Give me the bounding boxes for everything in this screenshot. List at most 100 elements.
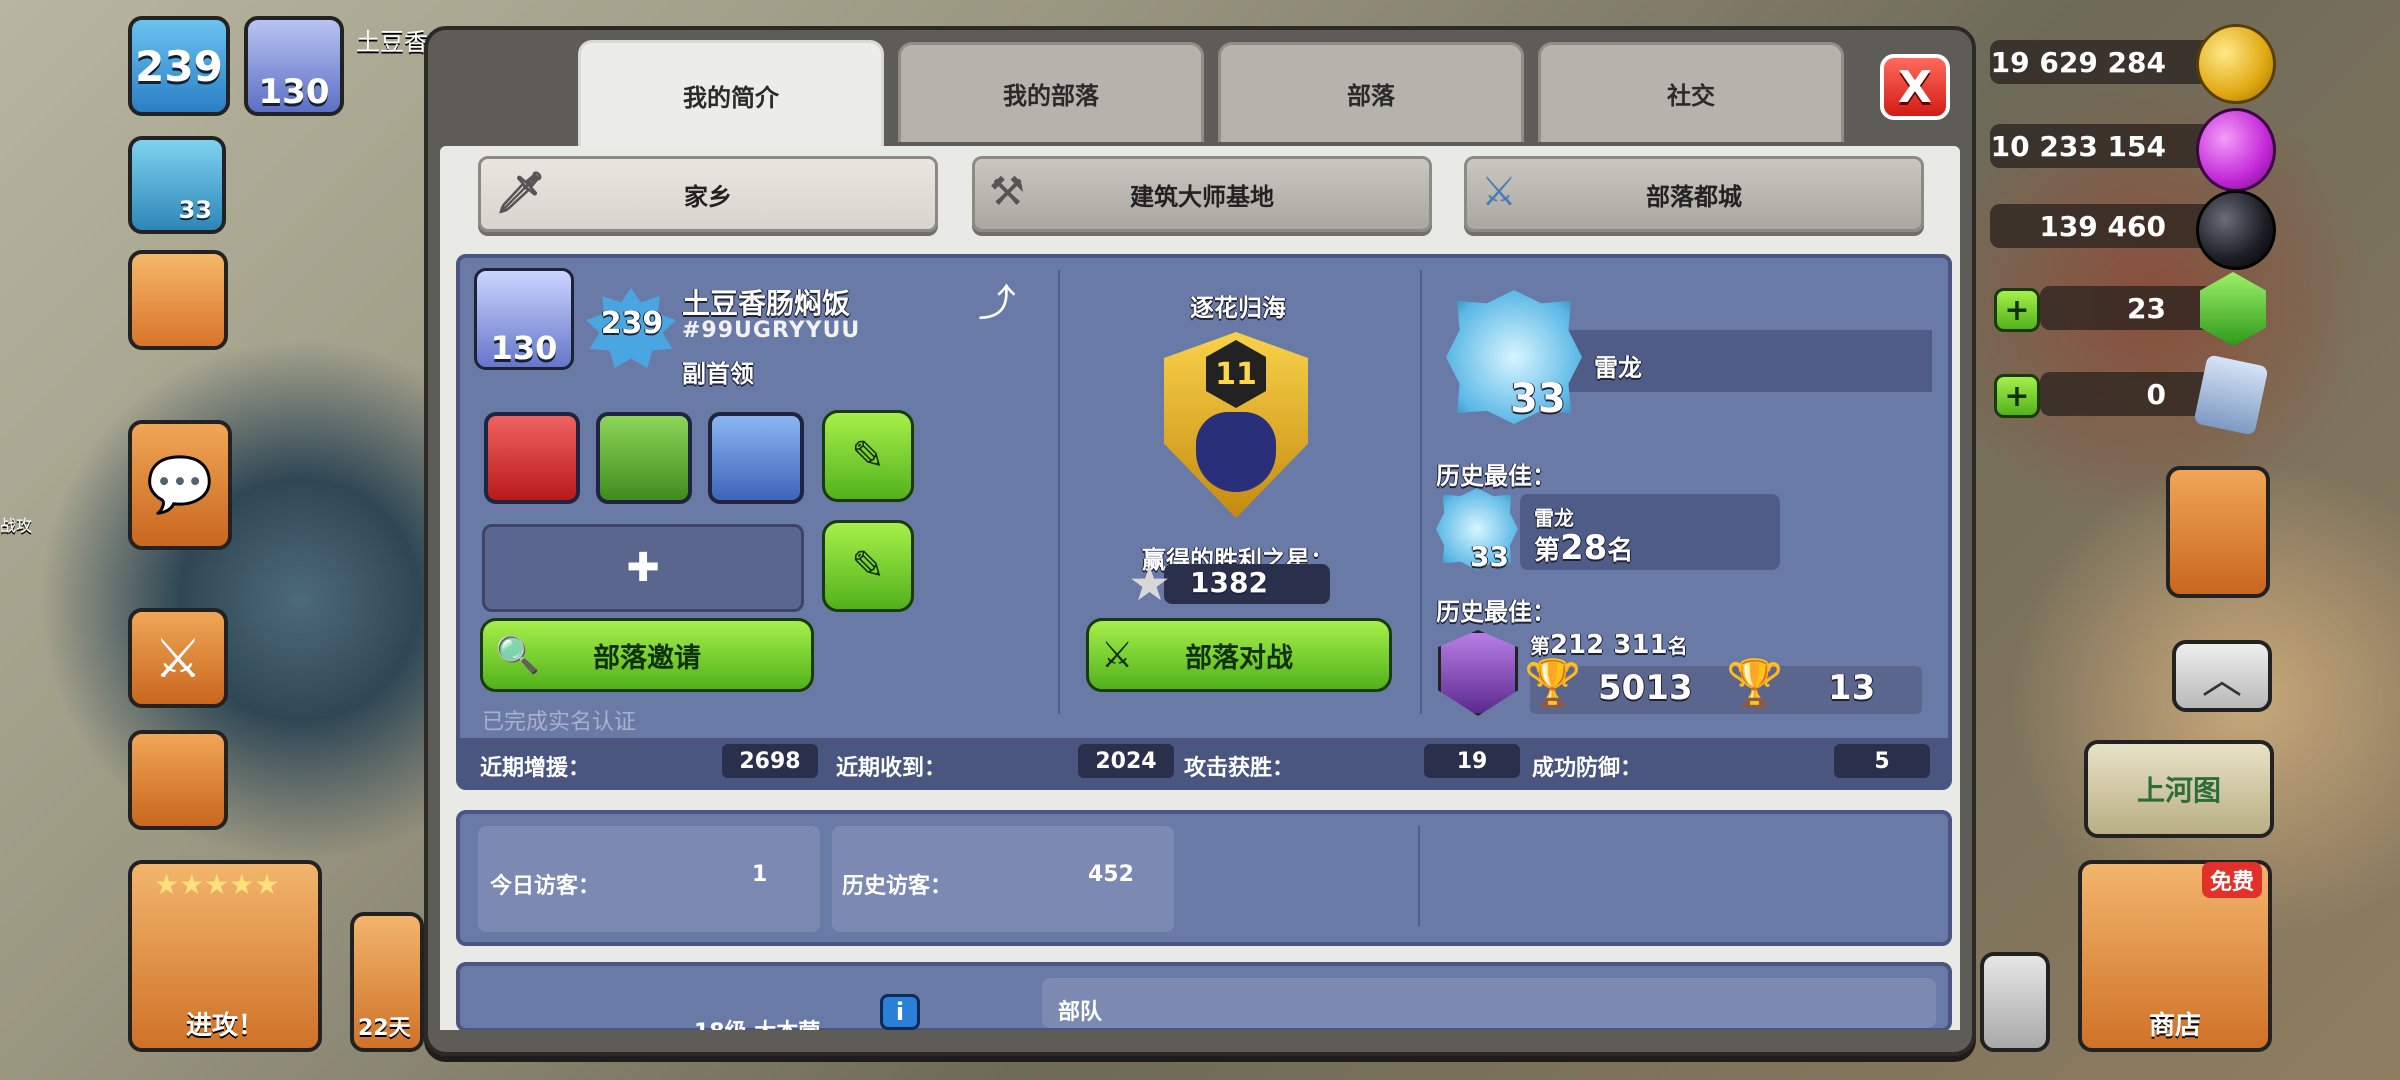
add-tickets-button[interactable]: +	[1994, 374, 2040, 418]
tab-social[interactable]: 社交	[1538, 42, 1844, 142]
elixir-value: 10 233 154	[1990, 129, 2166, 163]
event-button[interactable]: 22天	[350, 912, 424, 1052]
stars-row: ★★★★★	[154, 868, 280, 901]
tag-partial: 战攻	[0, 516, 33, 535]
best-league-level: 33	[1470, 540, 1509, 573]
stat-label: 攻击获胜：	[1184, 756, 1295, 781]
tab-label: 我的简介	[683, 84, 779, 112]
best-rank: 第28名	[1534, 528, 1633, 568]
crossed-swords-icon: ⚔	[1481, 169, 1517, 215]
tab-label: 我的部落	[1003, 82, 1099, 110]
stat-value: 19	[1424, 744, 1520, 778]
magnifier-icon: 🔍	[495, 635, 540, 676]
stat-label: 近期增援：	[480, 756, 591, 781]
info-button[interactable]: i	[880, 994, 920, 1030]
segment-clan-capital[interactable]: ⚔ 部落都城	[1464, 156, 1924, 232]
shop-button[interactable]: 免费 商店	[2078, 860, 2272, 1052]
builder-base-badge[interactable]: 33	[128, 136, 226, 234]
town-hall-level: 130	[490, 329, 558, 367]
edit-badges-button[interactable]: ✎	[822, 410, 914, 502]
best-rank-suffix: 名	[1607, 536, 1634, 566]
total-visitors-label: 历史访客：	[842, 874, 953, 899]
war-button[interactable]: ⚔	[128, 608, 228, 708]
badge-gold-shield[interactable]	[484, 412, 580, 504]
elixir-icon	[2196, 108, 2276, 192]
exp-level-value: 239	[135, 41, 223, 91]
tab-label: 部落	[1347, 82, 1395, 110]
close-button[interactable]: X	[1880, 54, 1950, 120]
chevron-up-icon: ︿	[2202, 657, 2242, 703]
segment-home-village[interactable]: 🗡 家乡	[478, 156, 938, 232]
best-league-name: 雷龙	[1534, 506, 1574, 530]
tab-clans[interactable]: 部落	[1218, 42, 1524, 142]
column-divider	[1420, 270, 1422, 714]
share-icon[interactable]: ⤴	[978, 272, 1024, 325]
edit-slot-button[interactable]: ✎	[822, 520, 914, 612]
legend-trophy-icon: 🏆	[1726, 656, 1784, 710]
best-label: 历史最佳：	[1436, 462, 1556, 490]
troops-cell	[1042, 978, 1936, 1028]
league-level: 33	[1510, 376, 1566, 422]
info-icon: i	[895, 998, 905, 1026]
tab-my-profile[interactable]: 我的简介	[578, 40, 884, 148]
clan-name: 逐花归海	[1190, 294, 1286, 322]
town-hall-badge[interactable]: 130	[474, 268, 574, 370]
segment-label: 部落都城	[1646, 182, 1742, 211]
event-banner[interactable]: 上河图	[2084, 740, 2274, 838]
clan-invite-button[interactable]: 🔍 部落邀请	[480, 618, 814, 692]
gems-value: 23	[2127, 291, 2166, 325]
player-name: 土豆香肠焖饭	[682, 287, 851, 320]
best-rank-value: 28	[1560, 528, 1608, 568]
player-name-partial: 土豆香	[356, 28, 428, 56]
trophy-league-badge[interactable]: 130	[244, 16, 344, 116]
today-visitors-label: 今日访客：	[490, 874, 601, 899]
crossed-swords-icon: ⚔	[153, 626, 203, 690]
exp-level-badge[interactable]: 239	[128, 16, 230, 116]
legend-rank-suffix: 名	[1667, 634, 1688, 658]
badge-blue-sword[interactable]	[708, 412, 804, 504]
crossed-axes-icon: ⚒	[989, 169, 1025, 215]
legend-trophies-value: 13	[1828, 668, 1876, 708]
dark-elixir-value: 139 460	[2039, 209, 2166, 243]
army-button[interactable]	[128, 730, 228, 830]
add-gems-button[interactable]: +	[1994, 288, 2040, 332]
trophies-value: 5013	[1598, 668, 1693, 708]
sword-icon: 🗡	[495, 170, 546, 216]
panel-bottom-edge	[424, 1030, 1976, 1056]
collapse-button[interactable]: ︿	[2172, 640, 2272, 712]
star-icon: ★	[1128, 556, 1172, 612]
badge-green-fist[interactable]	[596, 412, 692, 504]
swap-button[interactable]	[1980, 952, 2050, 1052]
segment-builder-base[interactable]: ⚒ 建筑大师基地	[972, 156, 1432, 232]
best2-label: 历史最佳：	[1436, 598, 1556, 626]
tab-label: 社交	[1667, 82, 1715, 110]
visitors-divider	[1418, 826, 1420, 926]
attack-button[interactable]: ★★★★★ 进攻！	[128, 860, 322, 1052]
stat-value: 5	[1834, 744, 1930, 778]
troops-label: 部队	[1058, 1000, 1103, 1025]
stat-label: 近期收到：	[836, 756, 947, 781]
chat-icon: 💬	[146, 453, 214, 516]
shop-label: 商店	[2148, 1011, 2201, 1041]
tab-my-clan[interactable]: 我的部落	[898, 42, 1204, 142]
clan-level: 11	[1215, 356, 1257, 392]
chat-button[interactable]: 💬	[128, 420, 232, 550]
real-name-verified: 已完成实名认证	[482, 710, 637, 735]
add-badge-slot[interactable]: ✚	[482, 524, 804, 612]
player-tag: #99UGRYYUU	[682, 318, 861, 343]
clan-war-button[interactable]: ⚔ 部落对战	[1086, 618, 1392, 692]
gold-value: 19 629 284	[1990, 45, 2166, 79]
stat-value: 2698	[722, 744, 818, 778]
builder-task-button[interactable]	[128, 250, 228, 350]
stat-value: 2024	[1078, 744, 1174, 778]
column-divider	[1058, 270, 1060, 714]
attack-label: 进攻！	[185, 1011, 264, 1041]
segment-label: 家乡	[684, 182, 732, 211]
gold-trophy-icon: 🏆	[1524, 656, 1582, 710]
league-level-value: 130	[258, 72, 330, 112]
friends-button[interactable]	[2166, 466, 2270, 598]
legend-rank-prefix: 第	[1530, 634, 1550, 658]
clan-invite-label: 部落邀请	[593, 642, 701, 674]
league-name: 雷龙	[1594, 354, 1642, 382]
clan-flame-icon	[1196, 412, 1276, 492]
